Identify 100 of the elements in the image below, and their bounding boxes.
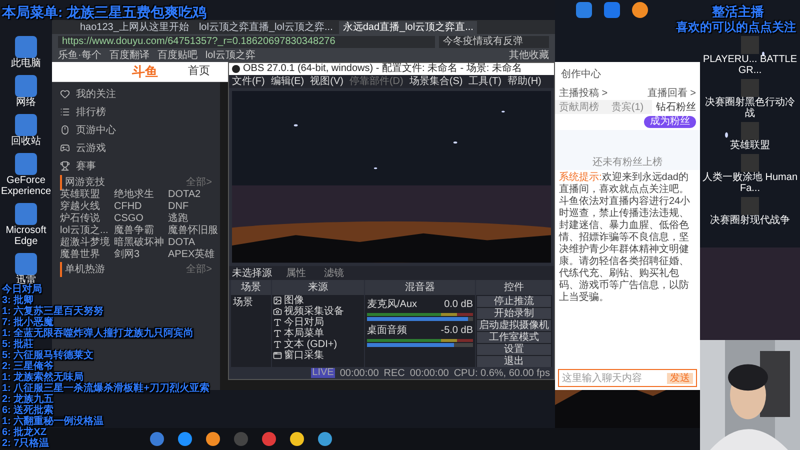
menu-item[interactable]: 文件(F) [232, 75, 265, 88]
app-icon[interactable] [15, 153, 37, 175]
source-item[interactable]: 今日对局 [272, 317, 364, 328]
game-link[interactable]: 穿越火线 [60, 201, 110, 213]
menu-item[interactable]: 云游戏 [60, 140, 212, 156]
chat-title: 今日对局 [2, 284, 42, 295]
bookmark[interactable]: 百度贴吧 [157, 50, 198, 62]
trophy-icon [60, 161, 70, 171]
menu-item[interactable]: 页游中心 [60, 122, 212, 138]
browser-tab[interactable]: hao123_上网从这里开始 [76, 21, 193, 34]
app-icon[interactable] [15, 253, 37, 275]
menu-item[interactable]: 我的关注 [60, 86, 212, 102]
menu-item[interactable]: 工具(T) [468, 75, 502, 88]
app-icon[interactable] [15, 114, 37, 136]
menu-item[interactable]: 排行榜 [60, 104, 212, 120]
section-title: 单机热游 [60, 262, 105, 277]
control-button[interactable]: 设置 [477, 344, 551, 355]
gamepad-icon [60, 143, 70, 153]
taskbar-icon[interactable] [178, 432, 192, 446]
image-icon [273, 296, 282, 305]
window-title: OBS 27.0.1 (64-bit, windows) - 配置文件: 未命名 - 场景: 未命名 [243, 63, 522, 76]
app-icon[interactable] [15, 75, 37, 97]
caption: 本局菜单: 龙族三星五费包爽吃鸡 [2, 3, 207, 22]
menu-item[interactable]: 视图(V) [310, 75, 344, 88]
channel-reading: 0.0 dB [444, 298, 473, 312]
text-icon [273, 329, 282, 338]
game-link[interactable]: DOTA2 [168, 189, 218, 201]
nav-link[interactable]: 首页 [188, 63, 210, 80]
rec-time: 00:00:00 [410, 366, 449, 380]
source-item[interactable]: 本局菜单 [272, 328, 364, 339]
game-link[interactable]: CSGO [114, 213, 164, 225]
heart-icon [60, 89, 70, 99]
rec-label: REC [384, 366, 405, 380]
icon-label: 此电脑 [10, 58, 42, 69]
toolbar-button[interactable]: 属性 [282, 266, 310, 280]
game-link[interactable]: APEX英雄 [168, 249, 218, 261]
game-link[interactable]: 英雄联盟 [60, 189, 110, 201]
taskbar-icon[interactable] [150, 432, 164, 446]
bookmark-folder[interactable]: 其他收藏 [509, 50, 549, 62]
channel-name: 桌面音频 [367, 324, 407, 338]
app-icon[interactable] [15, 203, 37, 225]
icon-label: 网络 [15, 97, 37, 108]
channel-reading: -5.0 dB [440, 324, 473, 338]
game-link[interactable]: 魔兽怀旧服 [168, 225, 218, 237]
bookmark[interactable]: 乐鱼·每个 [58, 50, 102, 62]
source-item[interactable]: 窗口采集 [272, 350, 364, 361]
cpu-status: CPU: 0.6%, 60.00 fps [454, 366, 550, 380]
browser-tab[interactable]: 永远dad直播_lol云顶之弈直... [338, 21, 478, 34]
game-link[interactable]: 炉石传说 [60, 213, 110, 225]
volume-slider[interactable] [367, 317, 473, 321]
icon-label: 回收站 [10, 136, 42, 147]
taskbar-icon[interactable] [318, 432, 332, 446]
taskbar-icon[interactable] [290, 432, 304, 446]
control-button[interactable]: 工作室模式 [477, 332, 551, 343]
app-icon[interactable] [15, 36, 37, 58]
camera-icon [273, 307, 282, 316]
source-item[interactable]: 视频采集设备 [272, 306, 364, 317]
game-link[interactable]: DNF [168, 201, 218, 213]
menu-item[interactable]: 赛事 [60, 158, 212, 174]
url-field[interactable]: https://www.douyu.com/64751357?_r=0.18620697830348276 [58, 36, 435, 48]
game-link[interactable]: 魔兽争霸 [114, 225, 164, 237]
icon-label: GeForce Experience [0, 175, 52, 197]
text-icon [273, 318, 282, 327]
control-button[interactable]: 退出 [477, 356, 551, 367]
game-link[interactable]: CFHD [114, 201, 164, 213]
icon-label: Microsoft Edge [4, 225, 48, 247]
game-link[interactable]: 暗黑破坏神 [114, 237, 164, 249]
toolbar-button[interactable]: 滤镜 [320, 266, 348, 280]
control-button[interactable]: 停止推流 [477, 296, 551, 307]
game-link[interactable]: 剑网3 [114, 249, 164, 261]
list-icon [60, 107, 70, 117]
search-field[interactable]: 今冬疫情或有反弹 [439, 36, 549, 48]
channel-name: 麦克风/Aux [367, 298, 418, 312]
source-item[interactable]: 文本 (GDI+) [272, 339, 364, 350]
mouse-icon [60, 125, 70, 135]
live-time: 00:00:00 [340, 366, 379, 380]
live-label: LIVE [311, 368, 335, 378]
bookmark[interactable]: lol云顶之弈 [205, 50, 256, 62]
dock-title: 场景 [231, 280, 271, 295]
scene-item[interactable]: 场景 [231, 295, 271, 310]
game-link[interactable]: lol云顶之... [60, 225, 110, 237]
control-button[interactable]: 启动虚拟摄像机 [477, 320, 551, 331]
control-button[interactable]: 开始录制 [477, 308, 551, 319]
game-link[interactable]: 绝地求生 [114, 189, 164, 201]
section-title: 网游竞技 [60, 175, 105, 190]
bookmark[interactable]: 百度翻译 [109, 50, 150, 62]
game-link[interactable]: DOTA [168, 237, 218, 249]
obs-logo-icon [232, 65, 240, 74]
browser-tab[interactable]: lol云顶之弈直播_lol云顶之弈... [194, 21, 337, 34]
game-link[interactable]: 魔兽世界 [60, 249, 110, 261]
volume-slider[interactable] [367, 343, 473, 347]
dock-title: 混音器 [365, 280, 475, 295]
text-icon [273, 340, 282, 349]
game-link[interactable]: 超激斗梦境 [60, 237, 110, 249]
taskbar-icon[interactable] [206, 432, 220, 446]
source-item[interactable]: 图像 [272, 295, 364, 306]
menu-item[interactable]: 场景集合(S) [409, 75, 463, 88]
game-link[interactable]: 逃跑 [168, 213, 218, 225]
menu-item[interactable]: 编辑(E) [270, 75, 304, 88]
menu-item[interactable]: 帮助(H) [507, 75, 542, 88]
